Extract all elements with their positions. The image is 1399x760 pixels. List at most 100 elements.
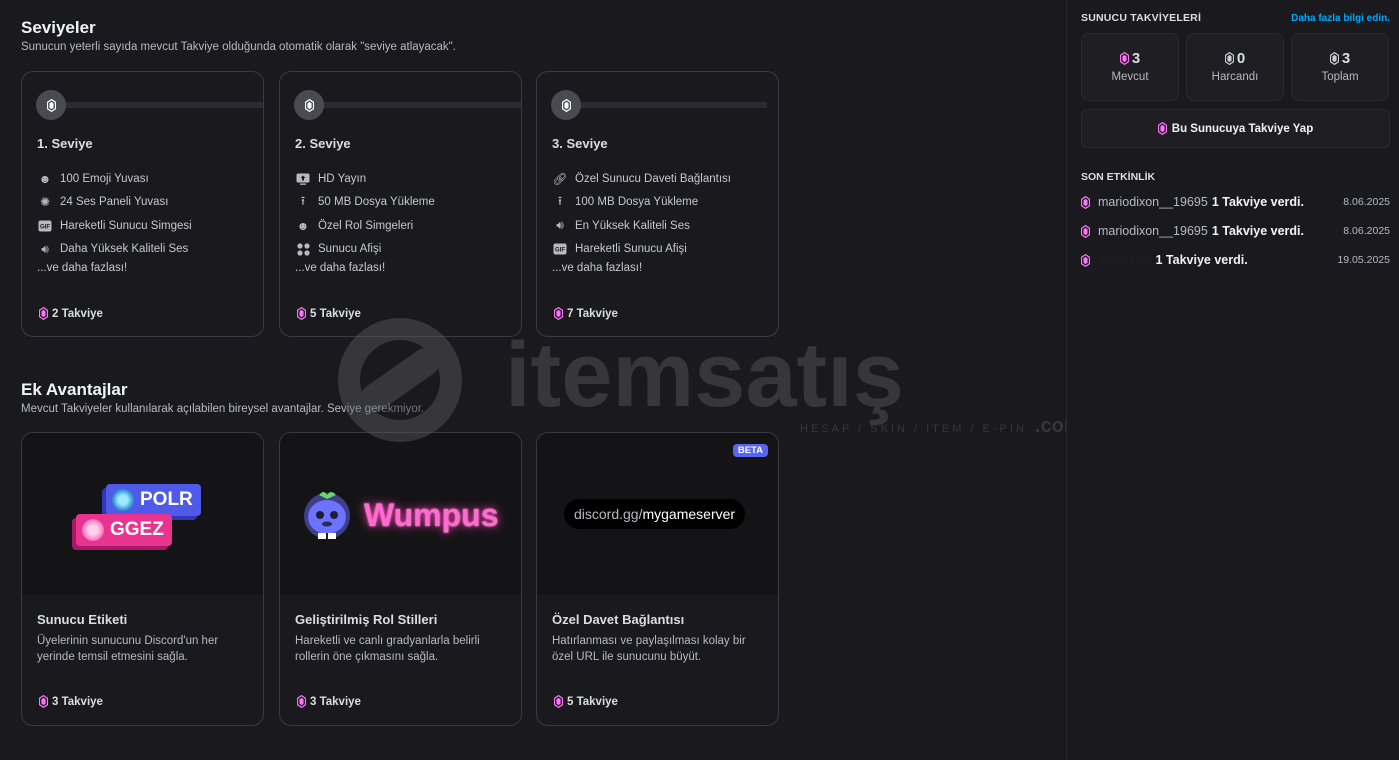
perk-label: Özel Sunucu Daveti Bağlantısı	[575, 172, 731, 185]
link-icon: 🔗︎	[552, 171, 568, 186]
watermark-brand: itemsatış	[505, 324, 904, 426]
emoji-icon: ☻	[38, 171, 52, 186]
boost-gem-icon	[1081, 196, 1090, 209]
levels-subtitle: Sunucun yeterli sayıda mevcut Takviye ol…	[21, 41, 456, 53]
stat-value-row: 0	[1187, 50, 1283, 67]
tier-perk-list: 🔗︎ Özel Sunucu Daveti Bağlantısı ⭱ 100 MB …	[552, 167, 731, 261]
perk-cost: 5 Takviye	[554, 695, 618, 708]
boost-gem-icon	[1120, 52, 1129, 65]
tier-card-1: 1. Seviye ☻ 100 Emoji Yuvası ✺ 24 Ses Pane…	[21, 71, 264, 337]
perk-title: Geliştirilmiş Rol Stilleri	[295, 612, 438, 627]
perk-label: En Yüksek Kaliteli Ses	[575, 219, 690, 232]
upload-icon: ⭱	[300, 193, 306, 208]
tier-node	[294, 90, 324, 120]
perk-title: Sunucu Etiketi	[37, 612, 128, 627]
perk-card-vanity-url[interactable]: BETA discord.gg/mygameserver Özel Davet …	[536, 432, 779, 726]
role-styles-illustration: Wumpus	[280, 433, 521, 595]
perk-card-server-tag[interactable]: POLR GGEZ Sunucu Etiketi Üyelerinin sunu…	[21, 432, 264, 726]
activity-user[interactable]: mekuszm	[1098, 253, 1151, 267]
server-tag-illustration: POLR GGEZ	[22, 433, 263, 595]
boost-gem-icon	[1330, 52, 1339, 65]
tier-perk-list: ☻ 100 Emoji Yuvası ✺ 24 Ses Paneli Yuvası …	[37, 167, 192, 261]
activity-item: mariodixon__19695 1 Takviye verdi. 8.06.…	[1081, 192, 1390, 212]
main-content: Seviyeler Sunucun yeterli sayıda mevcut …	[0, 0, 1082, 760]
stat-label: Mevcut	[1111, 71, 1149, 83]
more-perks-text: ...ve daha fazlası!	[552, 262, 643, 274]
heart-badge-icon	[82, 519, 104, 541]
tag-text: POLR	[140, 489, 193, 510]
stat-value: 0	[1236, 50, 1246, 67]
tier-perk: HD Yayın	[295, 167, 435, 191]
perk-label: Hareketli Sunucu Simgesi	[60, 219, 192, 232]
perk-label: 100 MB Dosya Yükleme	[575, 196, 699, 209]
levels-title: Seviyeler	[21, 18, 96, 37]
grid-icon	[295, 242, 311, 256]
tag-preview-polr: POLR	[106, 484, 201, 516]
boost-sidebar: SUNUCU TAKVİYELERİ Daha fazla bilgi edin…	[1066, 0, 1399, 760]
stat-value: 3	[1131, 50, 1141, 67]
activity-title: SON ETKİNLİK	[1081, 171, 1156, 183]
boost-gem-icon	[562, 99, 571, 112]
stat-value-row: 3	[1292, 50, 1388, 67]
perk-cost: 3 Takviye	[297, 695, 361, 708]
progress-track	[56, 102, 263, 108]
perk-description: Hareketli ve canlı gradyanlarla belirli …	[295, 635, 480, 663]
tier-progress	[36, 90, 263, 120]
progress-track	[571, 102, 767, 108]
perk-label: 24 Ses Paneli Yuvası	[60, 196, 169, 209]
activity-item: mariodixon__19695 1 Takviye verdi. 8.06.…	[1081, 221, 1390, 241]
gif-icon: GIF	[552, 242, 568, 256]
gear-badge-icon	[112, 489, 134, 511]
beta-badge: BETA	[732, 444, 768, 457]
perk-label: 100 Emoji Yuvası	[60, 172, 149, 185]
tier-cost-label: 2 Takviye	[52, 307, 103, 320]
tier-cost: 2 Takviye	[39, 307, 103, 320]
boost-button-label: Bu Sunucuya Takviye Yap	[1171, 122, 1314, 135]
tier-perk: ☻ 100 Emoji Yuvası	[37, 167, 192, 191]
tier-name: 1. Seviye	[37, 136, 93, 151]
stat-value-row: 3	[1082, 50, 1178, 67]
perk-cost: 3 Takviye	[39, 695, 103, 708]
activity-user[interactable]: mariodixon__19695	[1098, 195, 1208, 209]
boost-gem-icon	[1081, 254, 1090, 267]
wumpus-avatar-icon	[304, 492, 350, 539]
invite-path: mygameserver	[642, 506, 736, 522]
speaker-icon: 🔊︎	[556, 218, 564, 233]
boost-gem-icon	[47, 99, 56, 112]
perk-label: Özel Rol Simgeleri	[318, 219, 414, 232]
perk-card-role-styles[interactable]: Wumpus Geliştirilmiş Rol Stilleri Hareke…	[279, 432, 522, 726]
boost-gem-icon	[1158, 122, 1167, 135]
tier-perk: 🔗︎ Özel Sunucu Daveti Bağlantısı	[552, 167, 731, 191]
boost-server-button[interactable]: Bu Sunucuya Takviye Yap	[1081, 109, 1390, 148]
perk-label: HD Yayın	[318, 172, 367, 185]
perk-label: 50 MB Dosya Yükleme	[318, 196, 435, 209]
learn-more-link[interactable]: Daha fazla bilgi edin.	[1291, 13, 1390, 24]
activity-action: 1 Takviye verdi.	[1211, 195, 1304, 209]
perk-description: Hatırlanması ve paylaşılması kolay bir ö…	[552, 635, 746, 663]
tier-perk: ⭱ 100 MB Dosya Yükleme	[552, 191, 731, 215]
activity-action: 1 Takviye verdi.	[1155, 253, 1248, 267]
tag-preview-ggez: GGEZ	[76, 514, 172, 546]
extras-subtitle: Mevcut Takviyeler kullanılarak açılabile…	[21, 403, 425, 415]
tier-perk: GIF Hareketli Sunucu Simgesi	[37, 214, 192, 238]
tier-node	[36, 90, 66, 120]
perk-cost-label: 3 Takviye	[52, 695, 103, 708]
speaker-icon: 🔊︎	[41, 241, 49, 256]
invite-domain: discord.gg/	[574, 506, 643, 522]
tier-perk: 🔊︎ Daha Yüksek Kaliteli Ses	[37, 238, 192, 262]
boost-gem-icon	[554, 695, 563, 708]
tier-cost-label: 5 Takviye	[310, 307, 361, 320]
tier-node	[551, 90, 581, 120]
tier-name: 2. Seviye	[295, 136, 351, 151]
tier-cost-label: 7 Takviye	[567, 307, 618, 320]
svg-text:GIF: GIF	[555, 248, 565, 254]
perk-cost-label: 5 Takviye	[567, 695, 618, 708]
tier-progress	[294, 90, 521, 120]
boost-gem-icon	[39, 307, 48, 320]
tier-card-2: 2. Seviye HD Yayın ⭱ 50 MB Dosya Yükleme …	[279, 71, 522, 337]
boost-gem-icon	[1081, 225, 1090, 238]
tier-perk: ✺ 24 Ses Paneli Yuvası	[37, 191, 192, 215]
activity-user[interactable]: mariodixon__19695	[1098, 224, 1208, 238]
tier-perk: 🔊︎ En Yüksek Kaliteli Ses	[552, 214, 731, 238]
tier-perk: Sunucu Afişi	[295, 238, 435, 262]
